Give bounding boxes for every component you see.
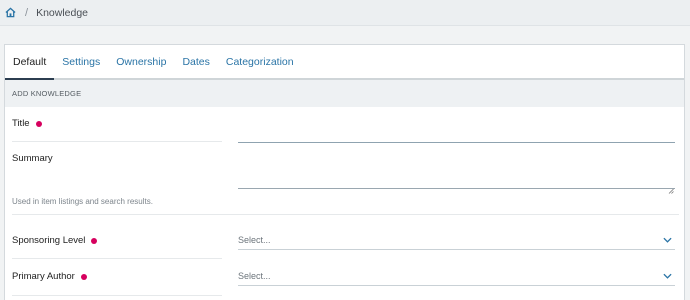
sponsoring-level-value: Select... <box>238 234 271 245</box>
title-label-text: Title <box>12 118 30 129</box>
required-indicator <box>91 237 98 244</box>
section-header: ADD KNOWLEDGE <box>5 80 684 107</box>
title-label: Title <box>12 118 42 129</box>
summary-label-text: Summary <box>12 153 53 164</box>
breadcrumb: / Knowledge <box>0 0 690 26</box>
divider <box>12 258 222 259</box>
breadcrumb-current: Knowledge <box>36 6 89 19</box>
sponsoring-level-label: Sponsoring Level <box>12 235 98 246</box>
tab-bar: Default Settings Ownership Dates Categor… <box>5 45 684 80</box>
home-icon[interactable] <box>5 7 16 18</box>
sponsoring-level-label-text: Sponsoring Level <box>12 235 86 246</box>
summary-label: Summary <box>12 153 53 164</box>
summary-help-text: Used in item listings and search results… <box>12 197 153 206</box>
divider <box>12 214 679 215</box>
primary-author-select[interactable]: Select... <box>238 266 675 286</box>
title-input[interactable] <box>238 142 675 143</box>
tab-default[interactable]: Default <box>5 45 55 80</box>
resize-handle-icon[interactable] <box>668 181 674 194</box>
breadcrumb-separator: / <box>25 6 29 19</box>
tab-categorization[interactable]: Categorization <box>218 45 302 78</box>
sponsoring-level-select[interactable]: Select... <box>238 230 675 250</box>
summary-textarea[interactable] <box>238 163 675 194</box>
required-indicator <box>35 120 42 127</box>
primary-author-value: Select... <box>238 270 271 281</box>
chevron-down-icon <box>663 273 672 279</box>
divider <box>12 295 222 296</box>
required-indicator <box>80 273 87 280</box>
primary-author-label-text: Primary Author <box>12 271 75 282</box>
divider <box>12 141 222 142</box>
knowledge-form-card: Default Settings Ownership Dates Categor… <box>4 44 685 300</box>
chevron-down-icon <box>663 237 672 243</box>
tab-ownership[interactable]: Ownership <box>108 45 174 78</box>
primary-author-label: Primary Author <box>12 271 87 282</box>
tab-settings[interactable]: Settings <box>54 45 108 78</box>
tab-dates[interactable]: Dates <box>174 45 217 78</box>
